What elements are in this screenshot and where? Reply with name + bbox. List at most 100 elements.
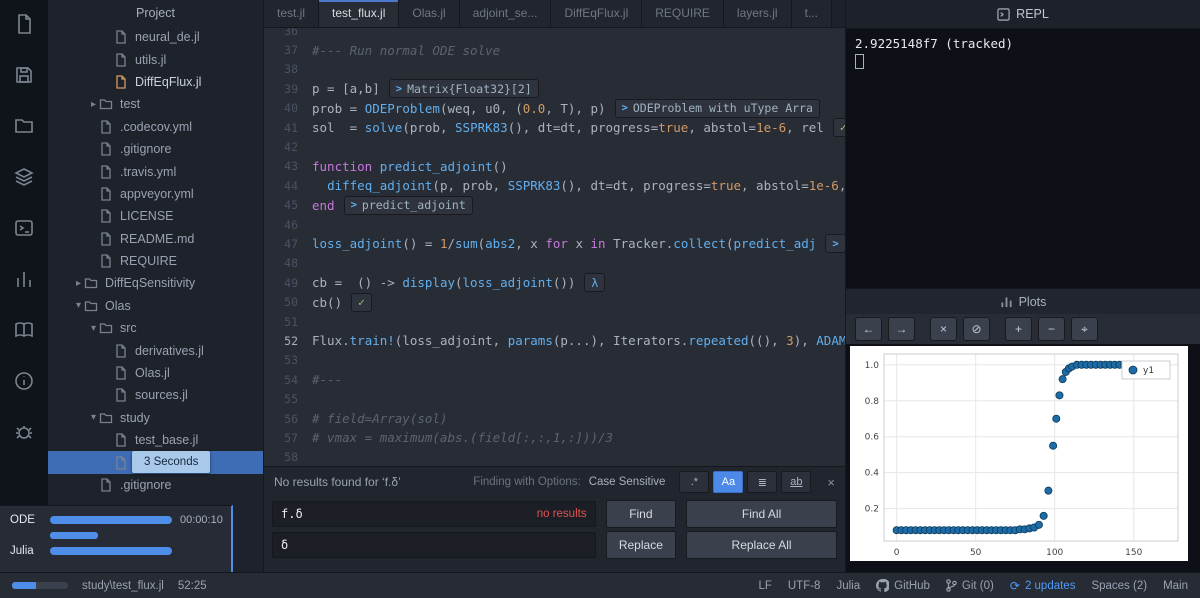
code-token: , rel xyxy=(786,120,824,136)
statusbar-item-lf[interactable]: LF xyxy=(758,580,771,592)
statusbar-item-git-0-[interactable]: Git (0) xyxy=(946,579,994,592)
packages-icon[interactable] xyxy=(12,165,36,189)
tab-test-flux-jl[interactable]: test_flux.jl xyxy=(319,0,400,27)
tree-item-olas-jl[interactable]: Olas.jl xyxy=(48,362,263,384)
tree-item-test[interactable]: ▸ test xyxy=(48,93,263,115)
save-icon[interactable] xyxy=(12,63,36,87)
forward-icon[interactable]: → xyxy=(888,317,915,341)
repl-output-area[interactable]: 2.9225148f7 (tracked) xyxy=(846,29,1200,79)
code-token: Flux. xyxy=(312,333,350,349)
file-icon xyxy=(99,187,114,201)
code-editor[interactable]: 36 37 #--- Run normal ODE solve 38 39 p = [a,… xyxy=(264,28,845,466)
inline-result[interactable]: > Matrix{Float32}[2] xyxy=(388,79,539,99)
fit-plot-icon[interactable]: ⌖ xyxy=(1071,317,1098,341)
line-number: 42 xyxy=(284,140,298,155)
tree-item-sources-jl[interactable]: sources.jl xyxy=(48,384,263,406)
tab-olas-jl[interactable]: Olas.jl xyxy=(399,0,460,27)
tree-item-src[interactable]: ▾ src xyxy=(48,317,263,339)
in-selection-icon[interactable]: ≣ xyxy=(747,471,778,493)
chevron-right-icon[interactable]: ▸ xyxy=(88,99,99,110)
file-icon[interactable] xyxy=(12,12,36,36)
folder-icon[interactable] xyxy=(12,114,36,138)
close-plot-icon[interactable]: × xyxy=(930,317,957,341)
line-number: 54 xyxy=(284,372,298,387)
tree-item--travis-yml[interactable]: .travis.yml xyxy=(48,160,263,182)
tree-item-utils-jl[interactable]: utils.jl xyxy=(48,48,263,70)
tree-item--gitignore[interactable]: .gitignore xyxy=(48,474,263,496)
case-sensitive-icon[interactable]: Aa xyxy=(713,471,744,493)
statusbar-item-julia[interactable]: Julia xyxy=(836,580,860,592)
find-replace-panel: No results found for ‘f.δ’ Finding with … xyxy=(264,466,845,572)
statusbar-cursor-position[interactable]: 52:25 xyxy=(178,580,207,592)
tree-item-readme-md[interactable]: README.md xyxy=(48,228,263,250)
disable-plot-icon[interactable]: ⊘ xyxy=(963,317,990,341)
code-token: ADAM xyxy=(816,333,845,349)
inline-result[interactable]: > predict_adjoint xyxy=(343,195,473,215)
zoom-out-icon[interactable]: − xyxy=(1038,317,1065,341)
tree-item-study[interactable]: ▾ study xyxy=(48,407,263,429)
inline-result[interactable]: λ xyxy=(584,273,606,293)
close-icon[interactable]: × xyxy=(827,475,835,490)
tree-item-require[interactable]: REQUIRE xyxy=(48,250,263,272)
tree-item-neural-de-jl[interactable]: neural_de.jl xyxy=(48,26,263,48)
code-token: train! xyxy=(349,333,395,349)
svg-text:0.8: 0.8 xyxy=(865,397,880,407)
back-icon[interactable]: ← xyxy=(855,317,882,341)
statusbar-item-2-updates[interactable]: ⟳ 2 updates xyxy=(1010,579,1076,593)
inline-result-check[interactable]: ✓ xyxy=(351,292,372,312)
find-all-button[interactable]: Find All xyxy=(686,500,838,528)
info-icon[interactable] xyxy=(12,369,36,393)
tab-layers-jl[interactable]: layers.jl xyxy=(723,0,792,27)
statusbar-item-spaces-2-[interactable]: Spaces (2) xyxy=(1091,580,1147,592)
chevron-right-icon[interactable]: ▸ xyxy=(73,278,84,289)
line-number: 52 xyxy=(284,333,298,348)
docs-icon[interactable] xyxy=(12,318,36,342)
tab-require[interactable]: REQUIRE xyxy=(642,0,724,27)
tree-item-test-base-jl[interactable]: test_base.jl xyxy=(48,429,263,451)
replace-input[interactable]: δ xyxy=(272,532,596,558)
zoom-in-icon[interactable]: + xyxy=(1005,317,1032,341)
tree-item--gitignore[interactable]: .gitignore xyxy=(48,138,263,160)
tree-item-diffeqflux-jl[interactable]: DiffEqFlux.jl xyxy=(48,71,263,93)
regex-icon[interactable]: .* xyxy=(679,471,710,493)
plots-icon[interactable] xyxy=(12,267,36,291)
debug-icon[interactable] xyxy=(12,420,36,444)
tab-t-[interactable]: t... xyxy=(791,0,832,27)
tab-adjoint-se-[interactable]: adjoint_se... xyxy=(459,0,552,27)
file-icon xyxy=(114,455,129,470)
code-token: , abstol= xyxy=(688,120,757,136)
tree-item-diffeqsensitivity[interactable]: ▸ DiffEqSensitivity xyxy=(48,272,263,294)
replace-all-button[interactable]: Replace All xyxy=(686,531,838,559)
chevron-down-icon[interactable]: ▾ xyxy=(73,300,84,311)
code-token: sum xyxy=(455,236,478,252)
tree-item-olas[interactable]: ▾ Olas xyxy=(48,295,263,317)
code-token: (loss_adjoint, xyxy=(394,333,508,349)
tree-item-label: study xyxy=(120,410,150,425)
find-input[interactable]: f.δ no results xyxy=(272,501,596,527)
tree-item-license[interactable]: LICENSE xyxy=(48,205,263,227)
tab-test-jl[interactable]: test.jl xyxy=(264,0,320,27)
find-button[interactable]: Find xyxy=(605,500,677,528)
inline-result-text: ODEProblem with uType Arra xyxy=(632,101,813,116)
tree-item-test-flux-jl[interactable]: test_flux.jl3 Seconds xyxy=(48,451,263,474)
tree-item--codecov-yml[interactable]: .codecov.yml xyxy=(48,116,263,138)
plot-canvas[interactable]: 0 50 100 150 0.2 0.4 0.6 0.8 1.0 y1 xyxy=(850,346,1188,561)
tree-item-derivatives-jl[interactable]: derivatives.jl xyxy=(48,339,263,361)
tree-item-appveyor-yml[interactable]: appveyor.yml xyxy=(48,183,263,205)
replace-button[interactable]: Replace xyxy=(605,531,677,559)
right-panel: REPL 2.9225148f7 (tracked) Plots ← → × ⊘ + − ⌖… xyxy=(845,0,1200,572)
statusbar-item-github[interactable]: GitHub xyxy=(876,579,930,592)
tree-item-label: DiffEqFlux.jl xyxy=(135,74,202,89)
chevron-down-icon[interactable]: ▾ xyxy=(88,412,99,423)
terminal-icon[interactable] xyxy=(12,216,36,240)
statusbar-item-main[interactable]: Main xyxy=(1163,580,1188,592)
inline-result[interactable]: > ODEProblem with uType Arra xyxy=(614,98,820,118)
chevron-down-icon[interactable]: ▾ xyxy=(88,323,99,334)
inline-result-check[interactable]: ✓ xyxy=(832,118,845,138)
statusbar-file-path[interactable]: study\test_flux.jl xyxy=(82,580,164,592)
inline-result[interactable]: > xyxy=(825,234,845,254)
statusbar-item-utf-8[interactable]: UTF-8 xyxy=(788,580,821,592)
tab-diffeqflux-jl[interactable]: DiffEqFlux.jl xyxy=(551,0,643,27)
whole-word-icon[interactable]: ab xyxy=(781,471,812,493)
